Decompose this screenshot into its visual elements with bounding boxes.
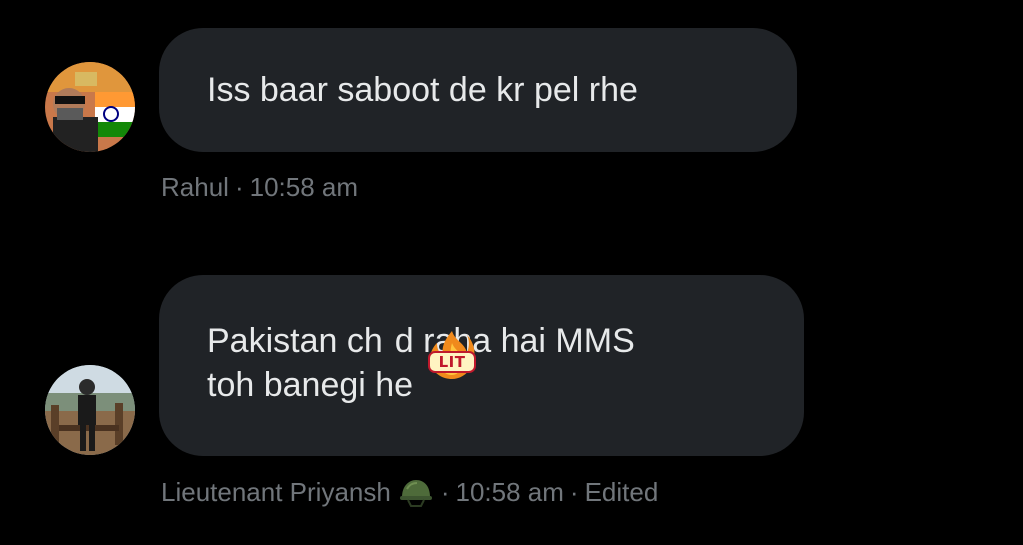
meta-separator: ·: [234, 172, 244, 202]
message-meta: Rahul · 10:58 am: [161, 171, 358, 203]
message-line-2: toh banegi he: [207, 366, 414, 404]
message-line-1: Pakistan ch d raha hai MMS: [207, 319, 756, 363]
message-meta: Lieutenant Priyansh · 10:58 am · Edited: [161, 476, 658, 508]
message-time: 10:58 am: [455, 477, 564, 507]
sender-name[interactable]: Rahul: [161, 171, 229, 203]
meta-separator: ·: [440, 477, 450, 507]
military-helmet-icon: [399, 477, 433, 507]
edited-label[interactable]: Edited: [585, 476, 659, 508]
message-bubble[interactable]: Iss baar saboot de kr pel rhe: [159, 28, 797, 152]
meta-separator: ·: [569, 477, 579, 507]
message-text-part: Pakistan ch: [207, 322, 383, 360]
sender-name[interactable]: Lieutenant Priyansh: [161, 476, 391, 508]
avatar-image: [45, 365, 135, 455]
message-text: Iss baar saboot de kr pel rhe: [207, 71, 638, 109]
avatar-image: [45, 62, 135, 152]
fire-lit-sticker-icon: LIT: [425, 329, 479, 383]
avatar-lieutenant-priyansh[interactable]: [45, 365, 135, 455]
sticker-label: LIT: [438, 353, 466, 371]
message-time: 10:58 am: [249, 172, 359, 202]
avatar-rahul[interactable]: [45, 62, 135, 152]
message-bubble[interactable]: Pakistan ch d raha hai MMS toh banegi he …: [159, 275, 804, 456]
